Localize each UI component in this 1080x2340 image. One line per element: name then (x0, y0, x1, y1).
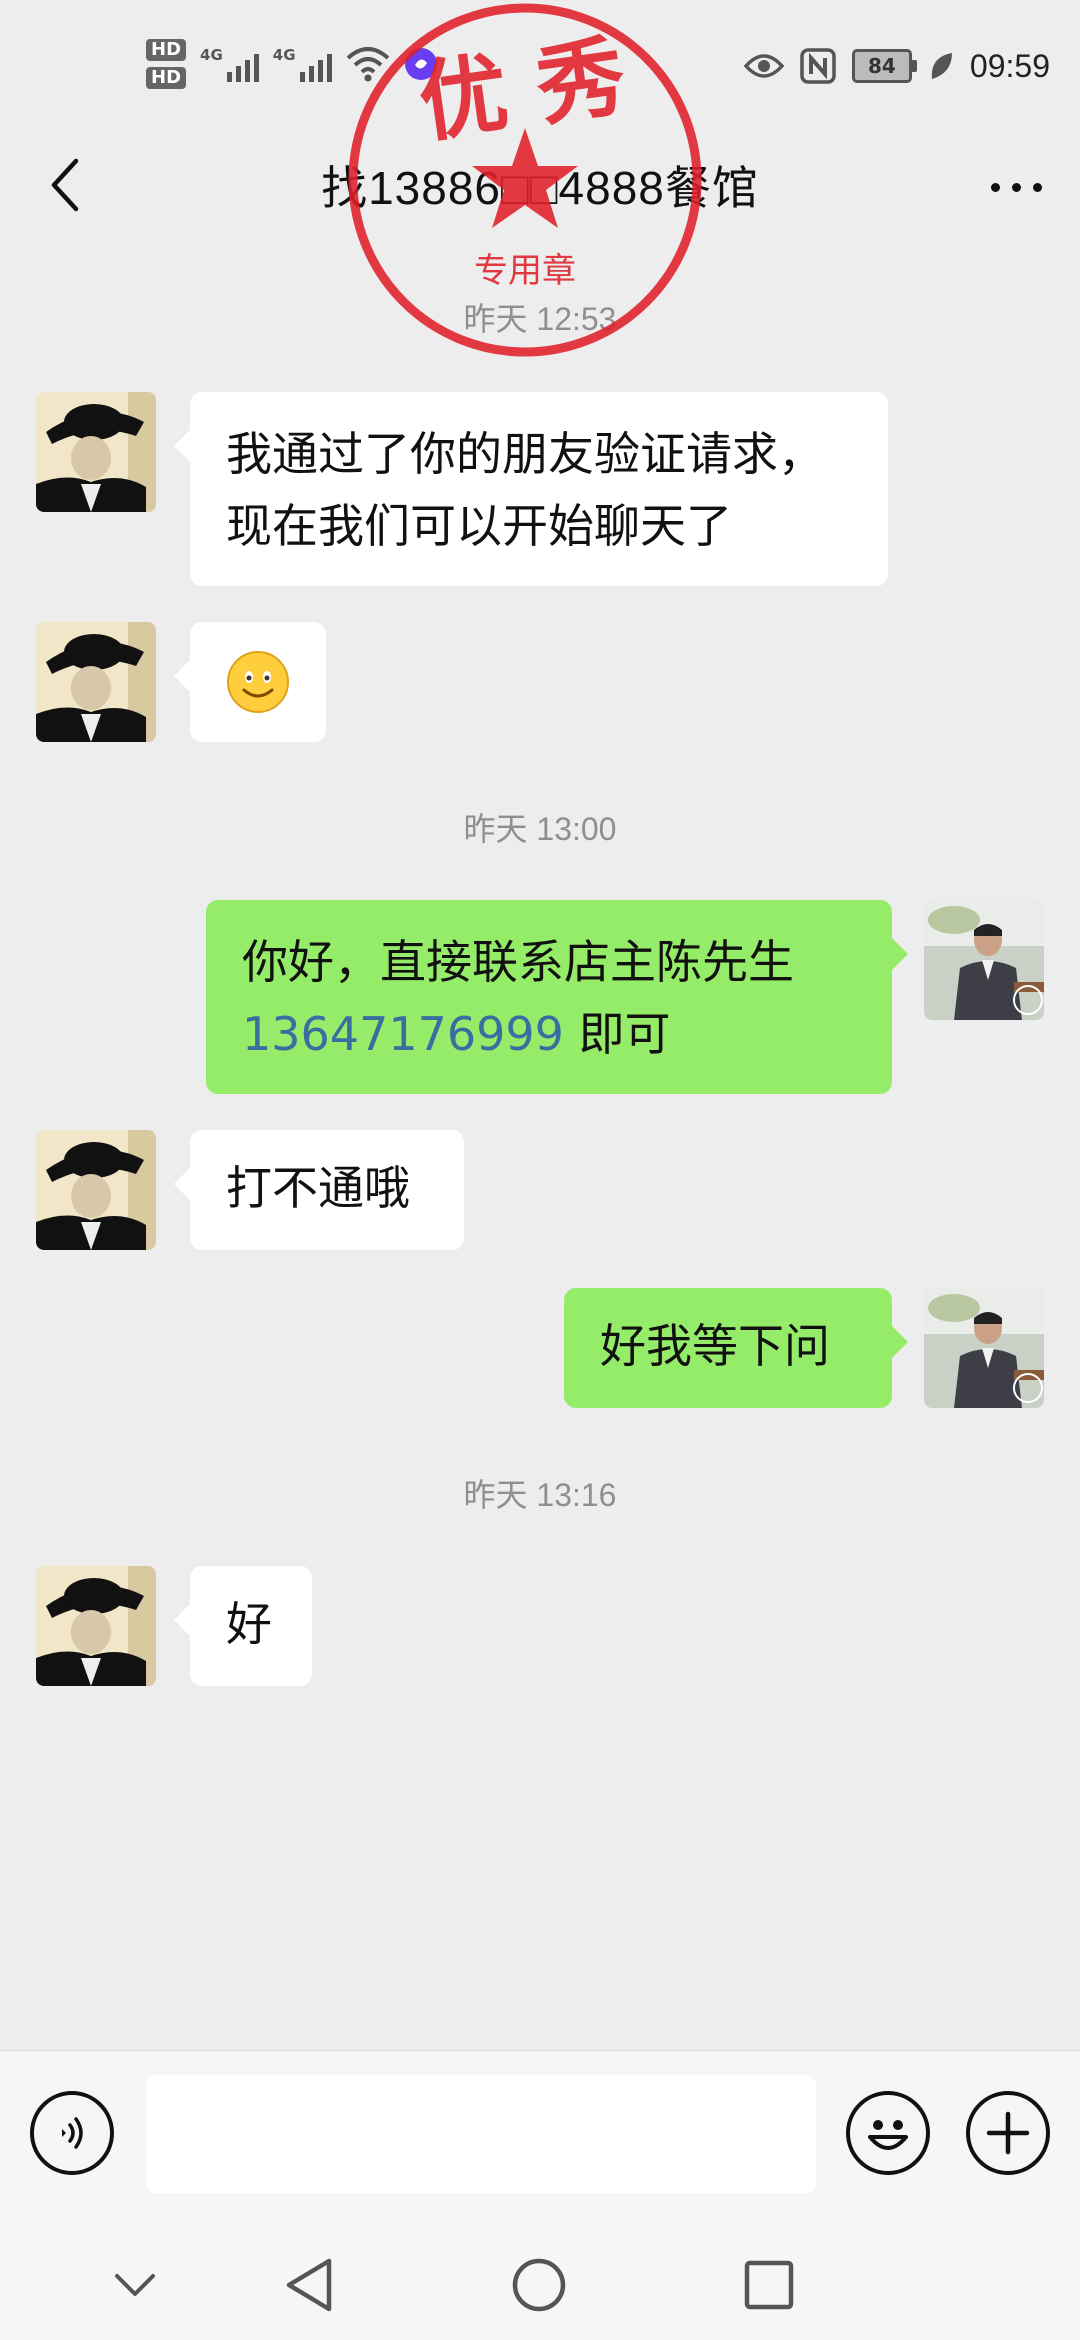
hide-keyboard-button[interactable] (100, 2250, 170, 2320)
contact-avatar[interactable] (36, 622, 156, 742)
my-avatar[interactable] (924, 900, 1044, 1020)
signal-icon-1: 4G (200, 46, 259, 82)
incoming-emoji-message[interactable] (174, 622, 326, 742)
more-functions-button[interactable] (966, 2091, 1050, 2175)
phone-link[interactable]: 13647176999 (242, 1007, 564, 1061)
nfc-icon (800, 48, 836, 84)
timestamp: 昨天 13:16 (463, 1477, 617, 1513)
triangle-back-icon (286, 2258, 332, 2312)
smile-emoji (227, 651, 289, 713)
nav-back-button[interactable] (274, 2250, 344, 2320)
wifi-icon (346, 47, 389, 82)
emoji-button[interactable] (846, 2091, 930, 2175)
status-right: 84 09:59 (743, 38, 1050, 94)
status-left: HD HD 4G 4G (146, 34, 438, 94)
timestamp: 昨天 13:00 (463, 811, 617, 847)
message-line-2: 13647176999 即可 (242, 998, 856, 1070)
signal-icon-2: 4G (273, 46, 332, 82)
network-type-label-2: 4G (272, 46, 296, 64)
hd-badge-2: HD (146, 67, 187, 89)
chat-header: 找13886□□4888餐馆 (0, 130, 1080, 240)
timestamp: 昨天 12:53 (463, 301, 617, 337)
eye-icon (743, 54, 784, 78)
nav-recents-button[interactable] (734, 2250, 804, 2320)
more-options-button[interactable] (976, 152, 1056, 222)
my-avatar[interactable] (924, 1288, 1044, 1408)
contact-avatar[interactable] (36, 1130, 156, 1250)
voice-button[interactable] (30, 2091, 114, 2175)
chevron-down-icon (115, 2274, 155, 2296)
input-bar (0, 2050, 1080, 2221)
contact-avatar[interactable] (36, 392, 156, 512)
incoming-message[interactable]: 好 (174, 1566, 312, 1686)
contact-avatar[interactable] (36, 1566, 156, 1686)
message-input[interactable] (146, 2075, 816, 2193)
hd-indicators: HD HD (146, 39, 187, 89)
app-notification-icon (404, 48, 437, 80)
circle-home-icon (512, 2258, 566, 2312)
message-line: 现在我们可以开始聊天了 (226, 499, 732, 553)
square-recents-icon (744, 2260, 794, 2310)
nav-home-button[interactable] (504, 2250, 574, 2320)
stamp-bottom-text: 专用章 (474, 251, 576, 291)
message-line: 你好，直接联系店主陈先生 (242, 935, 794, 989)
battery-level: 84 (868, 54, 896, 78)
message-suffix: 即可 (563, 1007, 671, 1061)
incoming-message[interactable]: 打不通哦 (174, 1130, 464, 1250)
system-nav-bar (0, 2220, 1080, 2340)
battery-icon: 84 (851, 49, 917, 83)
incoming-message[interactable]: 我通过了你的朋友验证请求， 现在我们可以开始聊天了 (174, 392, 888, 586)
chat-title: 找13886□□4888餐馆 (321, 162, 759, 214)
network-type-label-1: 4G (200, 46, 223, 64)
voice-icon (62, 2117, 83, 2149)
outgoing-message[interactable]: 好我等下问 (564, 1288, 908, 1408)
leaf-icon (931, 53, 952, 79)
status-bar: HD HD 4G 4G 84 09:59 (0, 0, 1080, 130)
more-dots-icon (990, 182, 1042, 192)
message-line: 我通过了你的朋友验证请求， (226, 427, 824, 481)
clock: 09:59 (969, 47, 1050, 84)
hd-badge-1: HD (146, 39, 187, 61)
plus-icon (986, 2111, 1030, 2155)
emoji-icon (868, 2120, 908, 2150)
outgoing-message[interactable]: 你好，直接联系店主陈先生 13647176999 即可 (206, 900, 908, 1094)
